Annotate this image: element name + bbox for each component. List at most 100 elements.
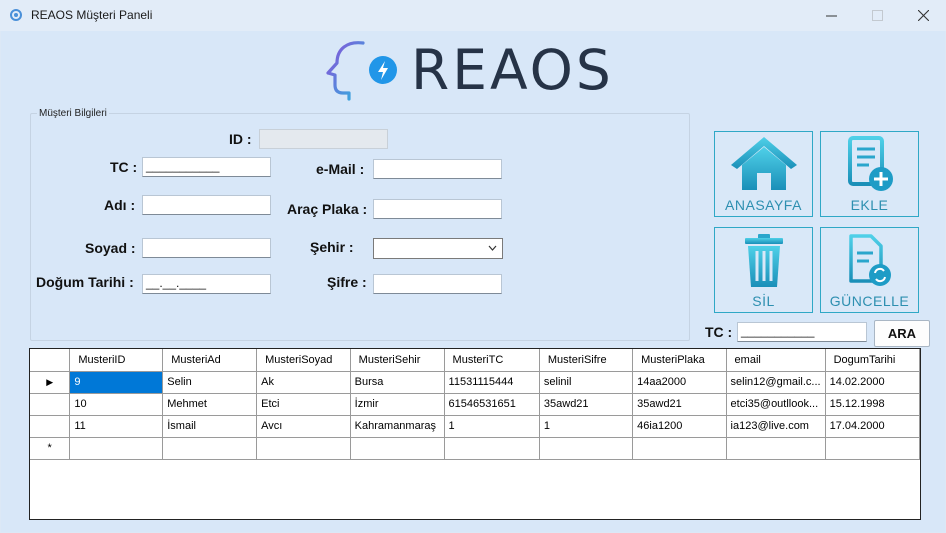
table-cell[interactable]: Kahramanmaraş xyxy=(350,415,445,438)
dogum-field[interactable]: __.__.____ xyxy=(142,274,271,294)
reaos-logo: REAOS xyxy=(325,37,611,103)
table-cell[interactable]: 14aa2000 xyxy=(632,371,727,394)
tc-field[interactable]: ___________ xyxy=(142,157,271,177)
col-header[interactable]: MusteriID xyxy=(69,349,164,372)
soyad-field[interactable] xyxy=(142,238,271,258)
ad-label: Adı : xyxy=(104,197,136,213)
col-header[interactable]: MusteriTC xyxy=(444,349,540,372)
logo-head-icon xyxy=(326,41,397,101)
table-cell[interactable] xyxy=(539,437,634,460)
row-header[interactable] xyxy=(30,415,71,438)
current-row-marker: ▶ xyxy=(46,377,54,387)
maximize-button[interactable] xyxy=(854,0,900,31)
row-header[interactable]: * xyxy=(30,437,71,460)
title-bar: REAOS Müşteri Paneli xyxy=(0,0,946,31)
sehir-select[interactable] xyxy=(373,238,503,259)
ekle-label: EKLE xyxy=(850,197,889,213)
guncelle-label: GÜNCELLE xyxy=(829,293,910,309)
table-cell[interactable]: Avcı xyxy=(256,415,351,438)
id-field[interactable] xyxy=(259,129,388,149)
col-header[interactable]: MusteriPlaka xyxy=(632,349,727,372)
trash-icon xyxy=(744,234,783,287)
dogum-label: Doğum Tarihi : xyxy=(36,274,134,290)
tc-label: TC : xyxy=(110,159,138,175)
minimize-button[interactable] xyxy=(808,0,854,31)
sehir-label: Şehir : xyxy=(310,239,354,255)
table-cell[interactable]: selinil xyxy=(539,371,634,394)
table-cell[interactable]: Ak xyxy=(256,371,351,394)
row-header-corner xyxy=(30,349,71,372)
close-button[interactable] xyxy=(900,0,946,31)
table-cell[interactable]: 1 xyxy=(539,415,634,438)
table-cell[interactable]: Bursa xyxy=(350,371,445,394)
table-cell[interactable]: 35awd21 xyxy=(539,393,634,416)
table-row[interactable]: 10 Mehmet Etci İzmir 61546531651 35awd21… xyxy=(30,393,920,416)
col-header[interactable]: MusteriAd xyxy=(162,349,258,372)
table-cell[interactable]: 46ia1200 xyxy=(632,415,727,438)
sil-label: SİL xyxy=(752,293,775,309)
plaka-field[interactable] xyxy=(373,199,502,219)
ekle-button[interactable]: EKLE xyxy=(820,131,919,217)
col-header[interactable]: email xyxy=(726,349,826,372)
window-title: REAOS Müşteri Paneli xyxy=(31,8,153,22)
table-cell[interactable] xyxy=(632,437,727,460)
table-cell[interactable]: 15.12.1998 xyxy=(825,393,920,416)
guncelle-button[interactable]: GÜNCELLE xyxy=(820,227,919,313)
table-cell[interactable]: 35awd21 xyxy=(632,393,727,416)
col-header[interactable]: MusteriSoyad xyxy=(256,349,351,372)
table-cell[interactable] xyxy=(825,437,920,460)
table-cell[interactable] xyxy=(350,437,445,460)
customer-table: MusteriID MusteriAd MusteriSoyad Musteri… xyxy=(30,349,920,460)
new-row-marker: * xyxy=(47,442,52,454)
new-row[interactable]: * xyxy=(30,437,920,460)
table-cell[interactable]: 11 xyxy=(69,415,164,438)
table-cell[interactable]: 1 xyxy=(444,415,540,438)
table-cell[interactable]: etci35@outllook... xyxy=(726,393,826,416)
table-cell[interactable] xyxy=(726,437,826,460)
table-cell[interactable] xyxy=(444,437,540,460)
id-label: ID : xyxy=(229,131,252,147)
sifre-field[interactable] xyxy=(373,274,502,294)
ad-field[interactable] xyxy=(142,195,271,215)
table-cell[interactable] xyxy=(162,437,258,460)
row-header[interactable] xyxy=(30,393,71,416)
table-cell[interactable]: 61546531651 xyxy=(444,393,540,416)
email-field[interactable] xyxy=(373,159,502,179)
table-cell[interactable]: 9 xyxy=(69,371,164,394)
table-cell[interactable]: Selin xyxy=(162,371,258,394)
minimize-icon xyxy=(825,15,837,17)
search-tc-field[interactable]: ___________ xyxy=(737,322,867,342)
col-header[interactable]: DogumTarihi xyxy=(825,349,920,372)
table-cell[interactable] xyxy=(256,437,351,460)
customer-grid[interactable]: MusteriID MusteriAd MusteriSoyad Musteri… xyxy=(29,348,921,520)
table-row[interactable]: ▶ 9 Selin Ak Bursa 11531115444 selinil 1… xyxy=(30,371,920,394)
table-cell[interactable]: Mehmet xyxy=(162,393,258,416)
add-document-icon xyxy=(847,136,893,191)
anasayfa-button[interactable]: ANASAYFA xyxy=(714,131,813,217)
email-label: e-Mail : xyxy=(316,161,365,177)
table-cell[interactable]: 11531115444 xyxy=(444,371,540,394)
table-cell[interactable]: İzmir xyxy=(350,393,445,416)
plaka-label: Araç Plaka : xyxy=(287,201,368,217)
table-cell[interactable]: İsmail xyxy=(162,415,258,438)
sil-button[interactable]: SİL xyxy=(714,227,813,313)
table-cell[interactable]: 14.02.2000 xyxy=(825,371,920,394)
grid-header-row: MusteriID MusteriAd MusteriSoyad Musteri… xyxy=(30,349,920,372)
customer-info-legend: Müşteri Bilgileri xyxy=(39,108,107,119)
ara-button[interactable]: ARA xyxy=(874,320,930,347)
anasayfa-label: ANASAYFA xyxy=(725,197,802,213)
table-cell[interactable]: 17.04.2000 xyxy=(825,415,920,438)
logo-text: REAOS xyxy=(411,38,614,102)
row-header[interactable]: ▶ xyxy=(30,371,71,394)
app-icon xyxy=(10,9,22,21)
table-cell[interactable]: 10 xyxy=(69,393,164,416)
table-cell[interactable]: ia123@live.com xyxy=(726,415,826,438)
maximize-icon xyxy=(871,10,883,21)
table-cell[interactable] xyxy=(69,437,164,460)
chevron-down-icon xyxy=(488,245,497,251)
col-header[interactable]: MusteriSifre xyxy=(539,349,634,372)
col-header[interactable]: MusteriSehir xyxy=(350,349,445,372)
table-cell[interactable]: selin12@gmail.c... xyxy=(726,371,826,394)
table-row[interactable]: 11 İsmail Avcı Kahramanmaraş 1 1 46ia120… xyxy=(30,415,920,438)
table-cell[interactable]: Etci xyxy=(256,393,351,416)
